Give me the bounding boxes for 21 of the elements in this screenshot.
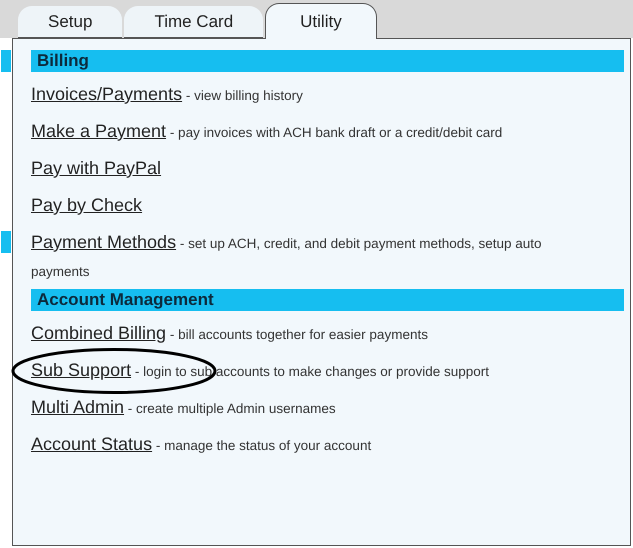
tab[interactable]: Setup <box>18 6 122 38</box>
menu-entry: Payment Methods - set up ACH, credit, and debit payment methods, setup auto payments <box>31 231 543 281</box>
menu-link[interactable]: Combined Billing <box>31 323 166 343</box>
menu-link[interactable]: Pay by Check <box>31 195 142 215</box>
tab[interactable]: Utility <box>265 3 377 39</box>
menu-entry: Account Status - manage the status of your account <box>31 433 372 456</box>
section-header: Billing <box>31 50 624 72</box>
menu-link[interactable]: Account Status <box>31 434 152 454</box>
menu-link[interactable]: Multi Admin <box>31 397 124 417</box>
menu-entry: Make a Payment - pay invoices with ACH bank draft or a credit/debit card <box>31 120 502 143</box>
menu-link[interactable]: Sub Support <box>31 360 132 380</box>
menu-entry: Invoices/Payments - view billing history <box>31 83 303 106</box>
menu-entry: Sub Support - login to sub accounts to make changes or provide support <box>31 359 490 382</box>
menu-link[interactable]: Invoices/Payments <box>31 84 182 104</box>
menu-link[interactable]: Make a Payment <box>31 121 166 141</box>
section-header: Account Management <box>31 289 624 311</box>
menu-link[interactable]: Pay with PayPal <box>31 158 162 178</box>
menu-link[interactable]: Payment Methods <box>31 232 176 252</box>
menu-entry: Multi Admin - create multiple Admin usernames <box>31 396 336 419</box>
tab[interactable]: Time Card <box>124 6 264 38</box>
menu-entry: Combined Billing - bill accounts together for easier payments <box>31 322 428 345</box>
